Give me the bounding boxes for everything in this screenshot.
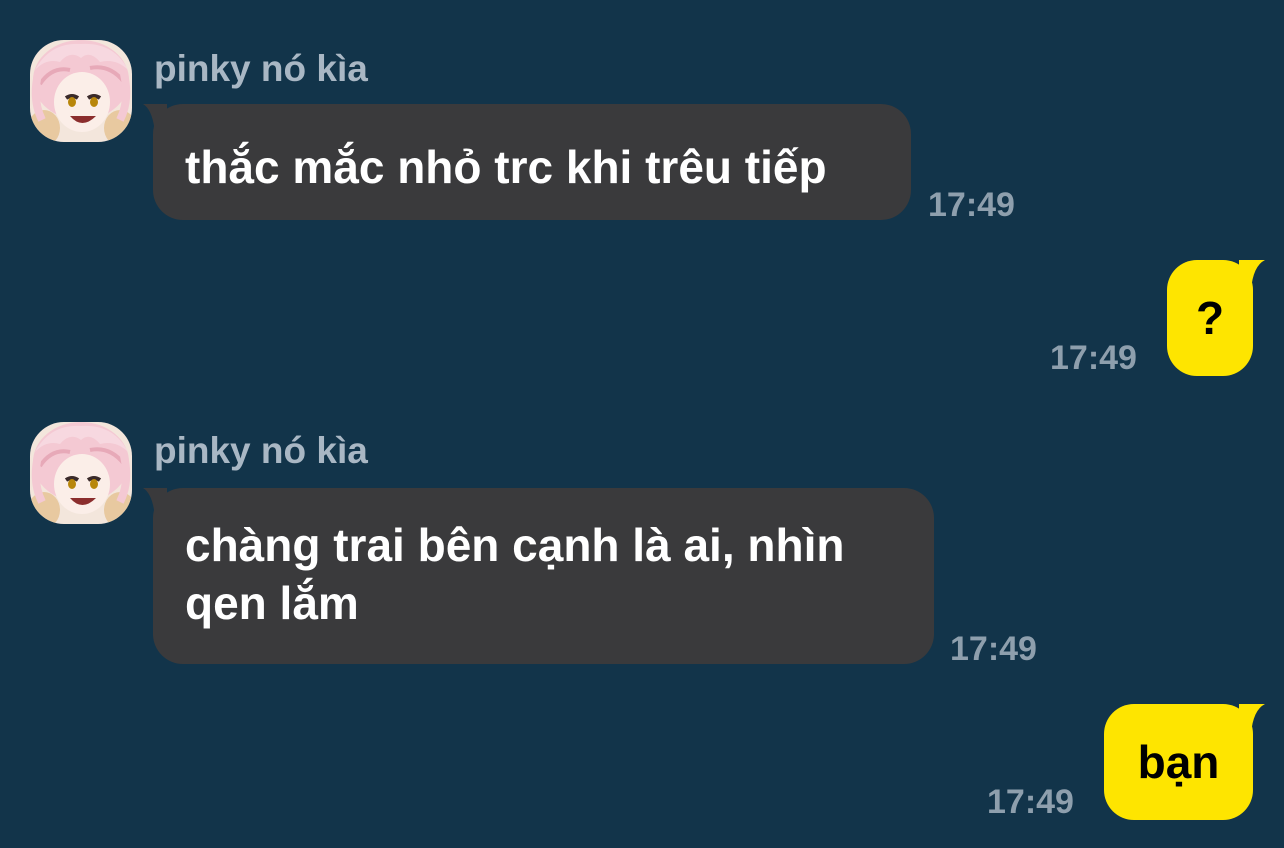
sender-name: pinky nó kìa	[154, 430, 368, 471]
sender-avatar[interactable]	[30, 422, 132, 524]
bubble-tail	[1239, 260, 1265, 290]
message-timestamp: 17:49	[1050, 339, 1137, 377]
message-timestamp: 17:49	[950, 630, 1037, 668]
message-text-line-1: chàng trai bên cạnh là ai, nhìn	[185, 519, 845, 571]
incoming-message-bubble[interactable]: thắc mắc nhỏ trc khi trêu tiếp	[143, 104, 911, 220]
bubble-tail	[143, 104, 167, 134]
outgoing-message-bubble[interactable]: bạn	[1104, 704, 1265, 820]
avatar-image	[30, 422, 132, 524]
sender-name: pinky nó kìa	[154, 48, 368, 89]
incoming-message-bubble[interactable]: chàng trai bên cạnh là ai, nhìn qen lắm	[143, 488, 934, 664]
outgoing-message-bubble[interactable]: ?	[1167, 260, 1265, 376]
bubble-tail	[143, 488, 167, 518]
message-text: ?	[1195, 292, 1225, 344]
bubble-tail	[1239, 704, 1265, 734]
sender-avatar[interactable]	[30, 40, 132, 142]
avatar-image	[30, 40, 132, 142]
message-text: bạn	[1137, 736, 1220, 788]
message-timestamp: 17:49	[987, 783, 1074, 821]
message-text-line-2: qen lắm	[185, 577, 359, 629]
message-timestamp: 17:49	[928, 186, 1015, 224]
message-text: thắc mắc nhỏ trc khi trêu tiếp	[185, 141, 827, 193]
